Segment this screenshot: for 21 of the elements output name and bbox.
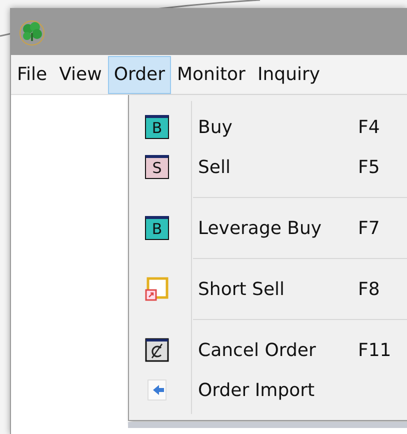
menu-option[interactable]: S Sell F5 <box>129 147 407 187</box>
shortcut-key: F4 <box>358 114 380 140</box>
menu-item[interactable]: File <box>11 56 54 94</box>
shortcut-key: F11 <box>358 336 392 364</box>
menu-item[interactable]: Order <box>108 56 171 94</box>
menu-option[interactable]: Short Sell F8 <box>129 269 407 309</box>
letter-badge-icon: B <box>145 216 169 240</box>
menu-option[interactable]: Order Import <box>129 370 407 410</box>
menu-item[interactable]: Inquiry <box>251 56 326 94</box>
letter-badge-icon: B <box>145 115 169 139</box>
cancel-sign-icon <box>145 338 169 362</box>
menu-option[interactable]: B Buy F4 <box>129 107 407 147</box>
shortcut-key: F7 <box>358 214 380 242</box>
shortcut-key: F5 <box>358 154 380 180</box>
menu-option[interactable]: B Leverage Buy F7 <box>129 208 407 248</box>
menu-item[interactable]: View <box>53 56 108 94</box>
menu-option[interactable]: Cancel Order F11 <box>129 330 407 370</box>
letter-badge-icon: S <box>145 155 169 179</box>
shortcut-key: F8 <box>358 276 380 302</box>
shortcut-square-icon <box>145 277 169 301</box>
menu-item[interactable]: Monitor <box>171 56 252 94</box>
